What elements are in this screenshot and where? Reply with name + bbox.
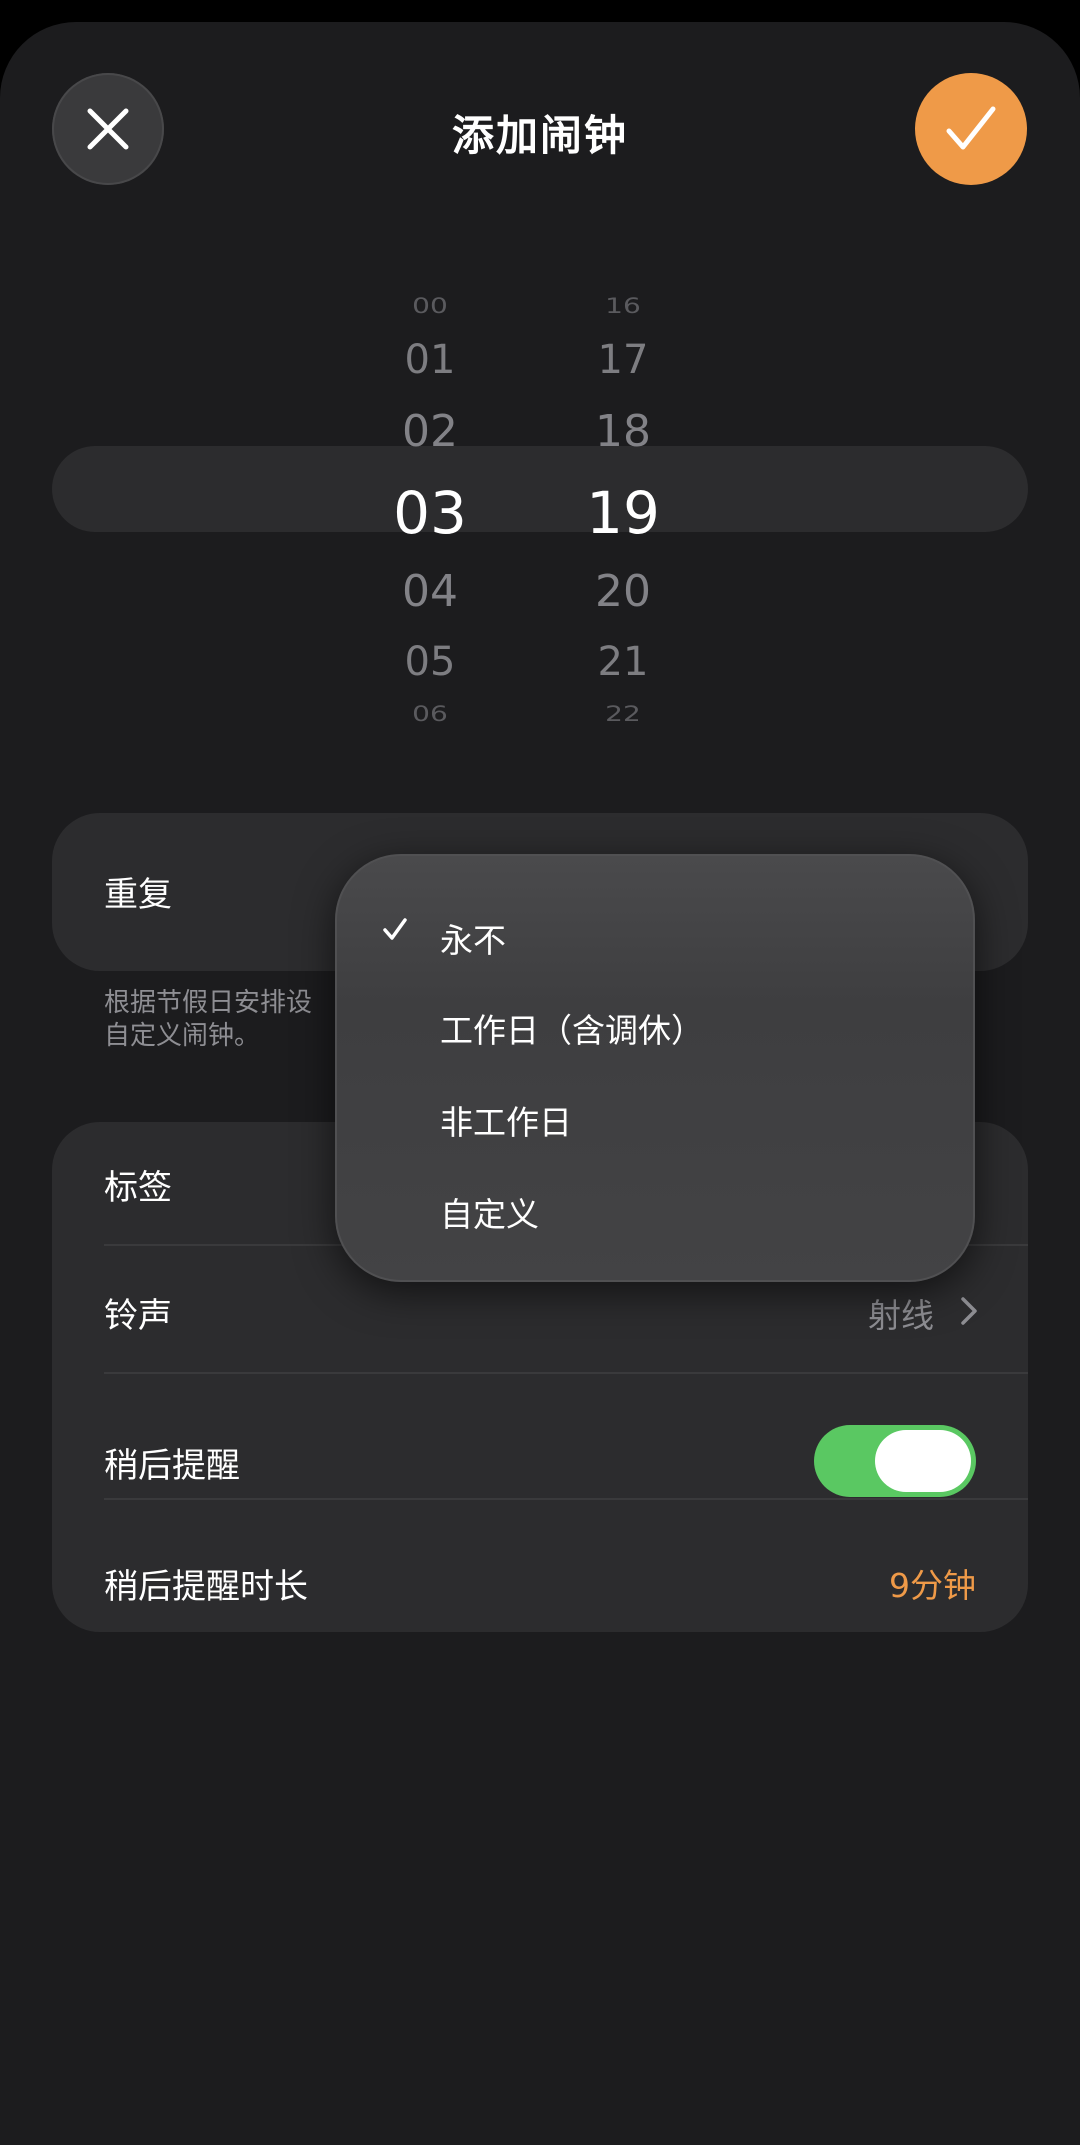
hour-option[interactable]: 02 (355, 410, 505, 454)
minute-option[interactable]: 21 (548, 642, 698, 682)
menu-item-non-workdays[interactable]: 非工作日 (337, 1086, 977, 1156)
toggle-knob (875, 1430, 971, 1492)
minute-option[interactable]: 22 (548, 703, 698, 725)
menu-item-label: 工作日（含调休） (440, 1011, 704, 1050)
menu-item-label: 永不 (440, 921, 506, 960)
divider (104, 1372, 1028, 1374)
minute-option[interactable]: 19 (548, 484, 698, 542)
hour-option[interactable]: 06 (355, 703, 505, 725)
tag-label[interactable]: 标签 (104, 1160, 172, 1209)
minute-option[interactable]: 17 (548, 340, 698, 380)
menu-item-never[interactable]: 永不 (337, 904, 977, 974)
hour-option[interactable]: 00 (355, 295, 505, 317)
checkmark-icon (383, 918, 407, 940)
chevron-right-icon (961, 1297, 977, 1325)
hour-option[interactable]: 01 (355, 340, 505, 380)
ringtone-label: 铃声 (104, 1296, 172, 1336)
hour-option[interactable]: 03 (355, 484, 505, 542)
menu-item-custom[interactable]: 自定义 (337, 1178, 977, 1248)
picker-selection-band (52, 446, 1028, 532)
ringtone-value: 射线 (868, 1296, 934, 1335)
repeat-dropdown-menu: 永不 工作日（含调休） 非工作日 自定义 (335, 854, 975, 1282)
checkmark-icon (946, 106, 996, 150)
repeat-label: 重复 (104, 875, 172, 915)
add-alarm-sheet: 添加闹钟 00 01 02 03 04 05 06 16 17 18 19 20 21 22 重复 根据… (0, 22, 1080, 2145)
menu-item-label: 非工作日 (440, 1103, 572, 1142)
hour-option[interactable]: 05 (355, 642, 505, 682)
menu-item-label: 自定义 (440, 1195, 539, 1234)
minute-option[interactable]: 18 (548, 410, 698, 454)
hour-option[interactable]: 04 (355, 570, 505, 614)
snooze-label: 稍后提醒 (104, 1446, 240, 1486)
snooze-toggle[interactable] (814, 1425, 976, 1497)
minute-option[interactable]: 16 (548, 295, 698, 317)
confirm-button[interactable] (915, 73, 1027, 185)
minute-option[interactable]: 20 (548, 570, 698, 614)
snooze-duration-label: 稍后提醒时长 (104, 1567, 308, 1607)
menu-item-workdays[interactable]: 工作日（含调休） (337, 994, 977, 1064)
divider (104, 1498, 1028, 1500)
snooze-duration-value: 9分钟 (889, 1566, 976, 1605)
